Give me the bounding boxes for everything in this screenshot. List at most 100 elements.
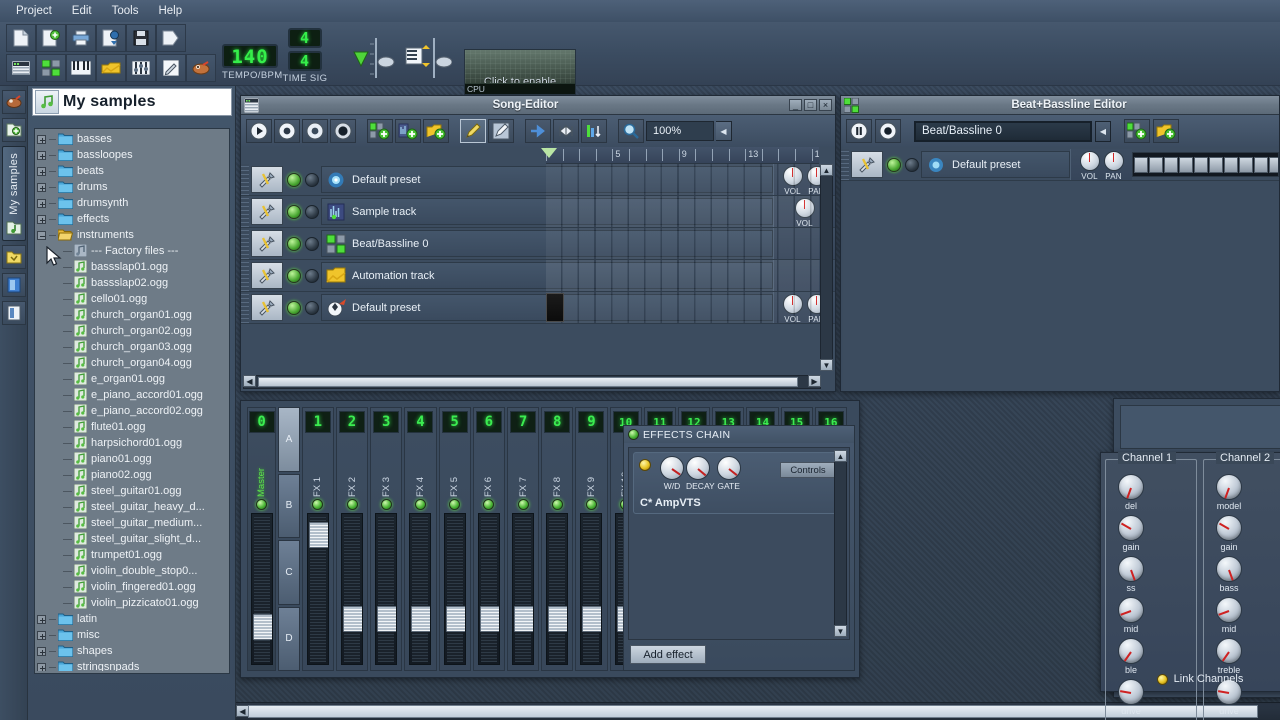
bb-add-track-button[interactable] (1124, 119, 1150, 143)
ampvts-knob-gain[interactable]: gain (1208, 515, 1250, 552)
mixer-strip[interactable]: 4FX 4 (404, 407, 436, 671)
draw-mode-button[interactable] (460, 119, 486, 143)
stop-button[interactable] (274, 119, 300, 143)
save-button[interactable] (126, 24, 156, 52)
mixer-channel-led[interactable] (518, 499, 529, 510)
track-clip-area[interactable] (546, 228, 819, 259)
expand-icon[interactable] (37, 663, 46, 672)
track-settings-button[interactable] (251, 294, 283, 321)
track-grip[interactable] (241, 260, 249, 291)
mixer-channel-led[interactable] (347, 499, 358, 510)
track-clip-area[interactable] (546, 292, 819, 323)
track-solo-led[interactable] (305, 237, 319, 251)
master-volume-control[interactable] (346, 32, 398, 84)
mixer-strip-master[interactable]: 0Master (247, 407, 276, 671)
mixer-fader[interactable] (375, 513, 397, 665)
ampvts-knob-ble[interactable]: ble (1110, 638, 1152, 675)
ampvts-link-channels-row[interactable]: Link Channels (1101, 673, 1280, 685)
effect-enable-led[interactable] (639, 459, 651, 471)
bb-stop-button[interactable] (875, 119, 901, 143)
browser-folder-item[interactable]: beats (37, 163, 227, 179)
to-start-button[interactable] (553, 119, 579, 143)
ampvts-knob-del[interactable]: del (1110, 474, 1152, 511)
track-grip[interactable] (241, 228, 249, 259)
pattern-clip[interactable] (546, 293, 564, 322)
track-settings-button[interactable] (251, 198, 283, 225)
sidebar-item-my-projects[interactable] (2, 118, 26, 142)
ampvts-knob-mid[interactable]: mid (1110, 597, 1152, 634)
mixer-strip[interactable]: 7FX 7 (507, 407, 539, 671)
expand-icon[interactable] (37, 647, 46, 656)
song-editor-titlebar[interactable]: Song-Editor _ □ × (241, 96, 835, 115)
browser-file-item[interactable]: church_organ01.ogg (37, 307, 227, 323)
edit-mode-button[interactable] (488, 119, 514, 143)
browser-file-item[interactable]: church_organ02.ogg (37, 323, 227, 339)
open-project-button[interactable] (36, 24, 66, 52)
add-effect-button[interactable]: Add effect (630, 645, 706, 664)
collapse-icon[interactable] (37, 231, 46, 240)
mixer-send-group-d[interactable]: D (278, 607, 299, 672)
mixer-fader[interactable] (546, 513, 568, 665)
bb-pan-knob[interactable]: PAN (1104, 151, 1124, 181)
zoom-level-value[interactable]: 100% (646, 121, 714, 141)
ampvts-knob-bass[interactable]: bass (1208, 556, 1250, 593)
expand-icon[interactable] (37, 615, 46, 624)
expand-icon[interactable] (37, 183, 46, 192)
expand-icon[interactable] (37, 167, 46, 176)
scroll-right-arrow-icon[interactable]: ▶ (808, 375, 821, 387)
track-mute-led[interactable] (287, 205, 301, 219)
browser-file-item[interactable]: cello01.ogg (37, 291, 227, 307)
scroll-up-arrow-icon[interactable]: ▲ (820, 164, 833, 176)
mixer-fader[interactable] (409, 513, 431, 665)
controller-rack-list[interactable] (1120, 405, 1280, 449)
effect-gate-knob[interactable]: GATE (717, 456, 741, 491)
menu-item-tools[interactable]: Tools (102, 3, 149, 19)
print-button[interactable] (66, 24, 96, 52)
step-button[interactable] (1254, 157, 1268, 173)
ampvts-knob-gain[interactable]: gain (1110, 515, 1152, 552)
link-channels-led[interactable] (1157, 674, 1168, 685)
sort-button[interactable] (581, 119, 607, 143)
menu-item-edit[interactable]: Edit (62, 3, 102, 19)
ampvts-knob-ss[interactable]: ss (1110, 556, 1152, 593)
browser-folder-item[interactable]: shapes (37, 643, 227, 659)
browser-folder-item[interactable]: stringsnpads (37, 659, 227, 671)
effect-decay-knob[interactable]: DECAY (686, 456, 715, 491)
bb-play-button[interactable] (846, 119, 872, 143)
close-button[interactable]: × (819, 99, 832, 111)
song-editor-button[interactable] (6, 54, 36, 82)
track-solo-led[interactable] (305, 301, 319, 315)
bb-step-sequencer[interactable] (1132, 152, 1279, 177)
step-button[interactable] (1194, 157, 1208, 173)
mixer-fader[interactable] (307, 513, 329, 665)
magnifier-icon[interactable] (618, 119, 644, 143)
ampvts-knob-model[interactable]: model (1208, 474, 1250, 511)
mixer-strip[interactable]: 2FX 2 (336, 407, 368, 671)
track-mute-led[interactable] (287, 237, 301, 251)
browser-folder-item[interactable]: drums (37, 179, 227, 195)
mixer-send-group-a[interactable]: A (278, 407, 299, 472)
mixer-channel-led[interactable] (381, 499, 392, 510)
bb-vol-knob[interactable]: VOL (1080, 151, 1100, 181)
track-settings-button[interactable] (251, 230, 283, 257)
maximize-button[interactable]: □ (804, 99, 817, 111)
beat-bassline-editor-button[interactable] (36, 54, 66, 82)
step-button[interactable] (1134, 157, 1148, 173)
project-notes-button[interactable] (156, 54, 186, 82)
browser-tree-list[interactable]: bassesbassloopesbeatsdrumsdrumsyntheffec… (37, 131, 227, 671)
track-grip[interactable] (241, 196, 249, 227)
mixer-strip[interactable]: 6FX 6 (473, 407, 505, 671)
mixer-fader[interactable] (251, 513, 273, 665)
browser-file-item[interactable]: --- Factory files --- (37, 243, 227, 259)
scroll-left-arrow-icon[interactable]: ◀ (243, 375, 256, 387)
bb-track-grip[interactable] (841, 149, 849, 180)
mixer-fader[interactable] (444, 513, 466, 665)
song-editor-hscrollbar[interactable]: ◀ ▶ (243, 375, 821, 389)
export-button[interactable] (156, 24, 186, 52)
browser-file-item[interactable]: piano02.ogg (37, 467, 227, 483)
browser-file-item[interactable]: violin_double_stop0... (37, 563, 227, 579)
browser-folder-item[interactable]: bassloopes (37, 147, 227, 163)
record-button[interactable] (302, 119, 328, 143)
mixer-fader[interactable] (341, 513, 363, 665)
expand-icon[interactable] (37, 215, 46, 224)
